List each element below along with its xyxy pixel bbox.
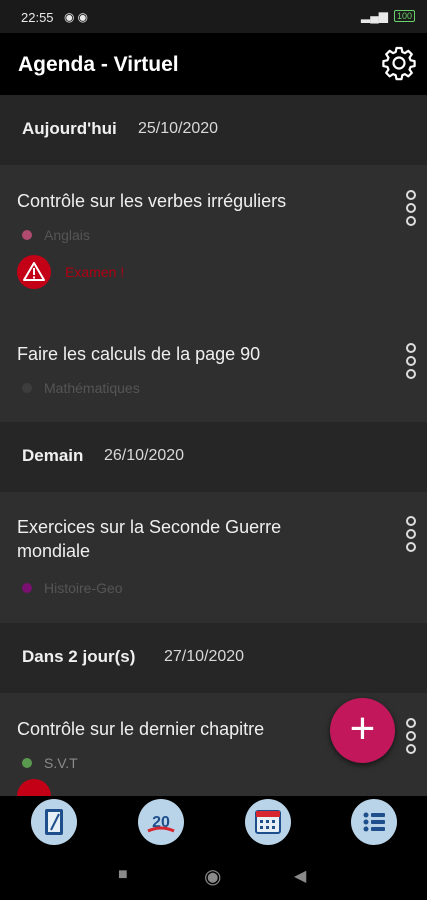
homework-card[interactable]: Contrôle sur les verbes irréguliers Angl… bbox=[0, 165, 427, 319]
homework-card[interactable]: Faire les calculs de la page 90 Mathémat… bbox=[0, 318, 427, 423]
subject-label: Histoire-Geo bbox=[44, 580, 123, 596]
homework-title: Exercices sur la Seconde Guerre mondiale bbox=[17, 517, 282, 561]
homework-card[interactable]: Exercices sur la Seconde Guerre mondiale… bbox=[0, 492, 427, 624]
app-bar: Agenda - Virtuel bbox=[0, 33, 427, 95]
app-title: Agenda - Virtuel bbox=[18, 53, 179, 76]
more-options-icon[interactable] bbox=[406, 516, 418, 555]
subject-label: Mathématiques bbox=[44, 380, 140, 396]
status-time: 22:55 bbox=[21, 10, 54, 25]
homework-title: Contrôle sur les verbes irréguliers bbox=[17, 191, 287, 211]
section-date: 27/10/2020 bbox=[164, 648, 245, 665]
home-circle-icon[interactable]: ◉ bbox=[204, 864, 221, 889]
section-header-tomorrow: Demain 26/10/2020 bbox=[0, 422, 427, 492]
agenda-list[interactable]: Aujourd'hui 25/10/2020 Contrôle sur les … bbox=[0, 95, 427, 796]
subject-color-dot bbox=[22, 583, 32, 593]
subject-label: Anglais bbox=[44, 227, 90, 243]
bottom-nav: 20 bbox=[0, 796, 427, 851]
system-nav-bar: ■ ◉ ◀ bbox=[0, 851, 427, 900]
section-label: Aujourd'hui bbox=[22, 119, 117, 138]
add-homework-button[interactable]: + bbox=[330, 698, 395, 763]
signal-icon: ▂▄▆ bbox=[361, 9, 388, 23]
more-options-icon[interactable] bbox=[406, 718, 418, 757]
back-triangle-icon[interactable]: ◀ bbox=[294, 866, 306, 886]
subject-row: Histoire-Geo bbox=[22, 580, 123, 596]
section-label: Demain bbox=[22, 446, 84, 465]
section-label: Dans 2 jour(s) bbox=[22, 647, 136, 666]
calendar-icon[interactable] bbox=[245, 799, 291, 845]
homework-title: Contrôle sur le dernier chapitre bbox=[17, 719, 265, 739]
warning-icon bbox=[17, 255, 51, 289]
more-options-icon[interactable] bbox=[406, 343, 418, 382]
status-bar: 22:55 ◉◉ ▂▄▆ 100 bbox=[0, 0, 427, 33]
subject-label: S.V.T bbox=[44, 755, 78, 771]
list-icon[interactable] bbox=[351, 799, 397, 845]
subject-row: Mathématiques bbox=[22, 380, 140, 396]
battery-icon: 100 bbox=[393, 10, 415, 22]
section-header-in-2-days: Dans 2 jour(s) 27/10/2020 bbox=[0, 623, 427, 693]
section-date: 26/10/2020 bbox=[104, 447, 185, 464]
subject-color-dot bbox=[22, 230, 32, 240]
settings-gear-icon[interactable] bbox=[381, 45, 417, 81]
subject-color-dot bbox=[22, 758, 32, 768]
grade-20-icon[interactable]: 20 bbox=[138, 799, 184, 845]
section-date: 25/10/2020 bbox=[138, 120, 219, 137]
notification-icons: ◉◉ bbox=[64, 10, 91, 24]
subject-color-dot bbox=[22, 383, 32, 393]
section-header-today: Aujourd'hui 25/10/2020 bbox=[0, 95, 427, 165]
homework-title: Faire les calculs de la page 90 bbox=[17, 344, 261, 364]
warning-icon bbox=[17, 779, 51, 796]
subject-row: S.V.T bbox=[22, 755, 78, 771]
recents-square-icon[interactable]: ■ bbox=[118, 866, 128, 884]
more-options-icon[interactable] bbox=[406, 190, 418, 229]
subject-row: Anglais bbox=[22, 227, 90, 243]
notebook-icon[interactable] bbox=[31, 799, 77, 845]
exam-warning-label: Examen ! bbox=[65, 264, 125, 280]
status-right: ▂▄▆ 100 bbox=[361, 9, 415, 23]
